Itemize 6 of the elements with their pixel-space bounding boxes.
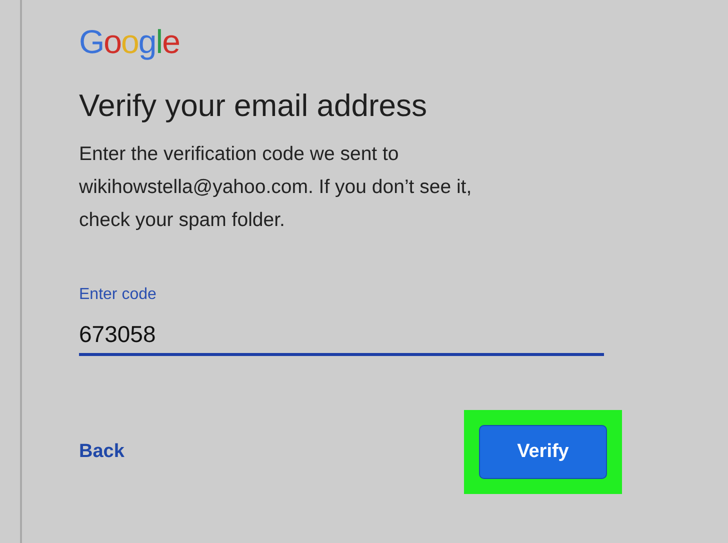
- instructions-text: Enter the verification code we sent to wikihowstella@yahoo.com. If you don’t see it, check your spam folder.: [79, 142, 473, 233]
- verify-button[interactable]: Verify: [479, 425, 607, 479]
- back-link[interactable]: Back: [79, 438, 124, 466]
- page-heading: Verify your email address: [79, 87, 428, 125]
- code-field[interactable]: Enter code 673058: [79, 285, 604, 356]
- google-logo: Google: [79, 24, 180, 60]
